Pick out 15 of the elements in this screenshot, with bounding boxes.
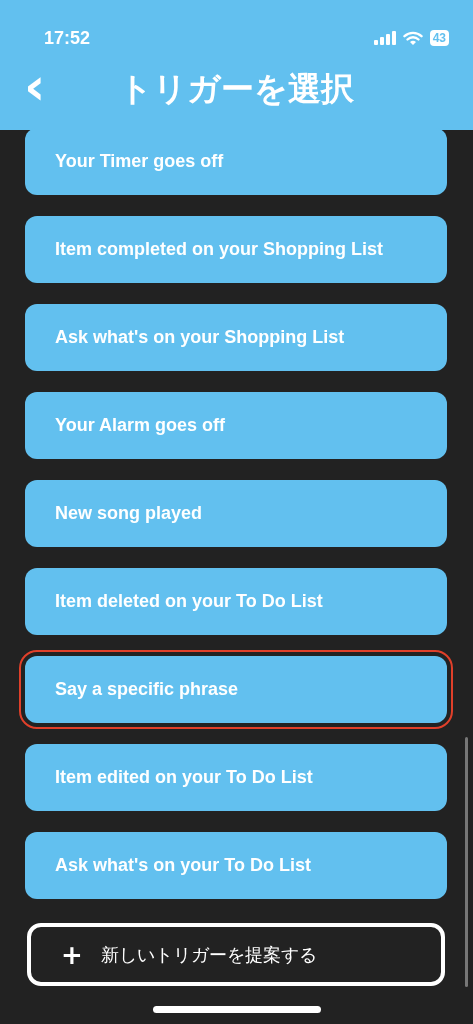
trigger-item[interactable]: Ask what's on your Shopping List (25, 304, 447, 371)
page-title: トリガーを選択 (119, 67, 354, 110)
trigger-item[interactable]: New song played (25, 480, 447, 547)
battery-indicator: 43 (429, 30, 449, 46)
status-time: 17:52 (44, 27, 91, 49)
trigger-item[interactable]: Your Timer goes off (25, 128, 447, 195)
back-button[interactable]: ‹ (20, 64, 50, 108)
trigger-item[interactable]: Item edited on your To Do List (25, 744, 447, 811)
signal-icon (373, 31, 396, 45)
wifi-icon (402, 30, 423, 46)
trigger-item[interactable]: Item completed on your Shopping List (25, 216, 447, 283)
trigger-item[interactable]: Ask what's on your To Do List (25, 832, 447, 899)
trigger-item[interactable]: Your Alarm goes off (25, 392, 447, 459)
suggest-trigger-button[interactable]: + 新しいトリガーを提案する (27, 923, 445, 986)
trigger-item[interactable]: Item deleted on your To Do List (25, 568, 447, 635)
